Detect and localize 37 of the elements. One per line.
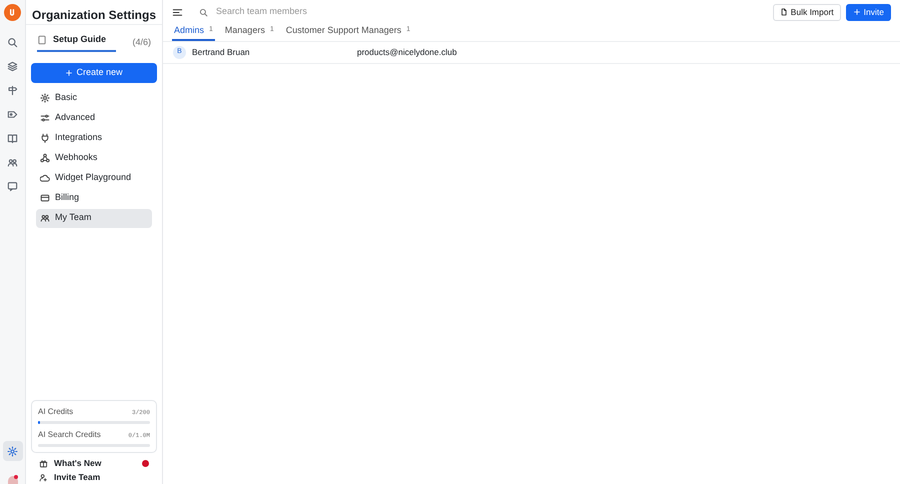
- plus-icon: [65, 68, 74, 76]
- avatar-icon[interactable]: [8, 476, 18, 484]
- nav-item[interactable]: Advanced: [36, 108, 152, 128]
- sliders-icon: [40, 113, 50, 123]
- footer-link[interactable]: Invite Team: [54, 470, 100, 484]
- credit-label: AI Search Credits: [38, 429, 101, 441]
- nav-item[interactable]: Billing: [36, 188, 152, 208]
- invite-button[interactable]: Invite: [846, 4, 891, 20]
- plug-icon: [40, 133, 50, 143]
- bulk-import-button[interactable]: Bulk Import: [772, 4, 841, 20]
- footer-link[interactable]: What's New: [54, 456, 102, 470]
- nav-item[interactable]: Widget Playground: [36, 168, 152, 188]
- nav-item[interactable]: Integrations: [36, 128, 152, 148]
- setup-guide-tab[interactable]: Setup Guide: [37, 33, 116, 52]
- webhook-icon: [40, 153, 50, 163]
- setup-guide-label: Setup Guide: [53, 33, 106, 46]
- person-add-icon: [39, 472, 48, 482]
- nav-item[interactable]: Webhooks: [36, 148, 152, 168]
- logo-icon[interactable]: [4, 4, 21, 21]
- card-icon: [40, 193, 50, 203]
- plus-icon: [852, 8, 861, 16]
- cloud-icon: [40, 173, 50, 183]
- document-icon: [780, 8, 788, 16]
- gift-icon: [39, 458, 48, 468]
- menu-icon[interactable]: [172, 6, 183, 18]
- checkbox-icon: [37, 34, 47, 45]
- search-field[interactable]: Search team members: [216, 5, 773, 19]
- create-new-button[interactable]: Create new: [31, 62, 157, 82]
- page-title: Organization Settings: [26, 0, 162, 25]
- people-icon: [40, 213, 50, 223]
- nav-item[interactable]: Basic: [36, 88, 152, 108]
- credit-label: AI Credits: [38, 406, 74, 418]
- nav-item[interactable]: My Team: [36, 208, 152, 228]
- setup-step-count: (4/6): [132, 36, 151, 49]
- search-icon: [199, 8, 208, 16]
- member-name: Bertrand Bruan: [192, 46, 251, 59]
- member-email: products@nicelydone.club: [357, 46, 457, 59]
